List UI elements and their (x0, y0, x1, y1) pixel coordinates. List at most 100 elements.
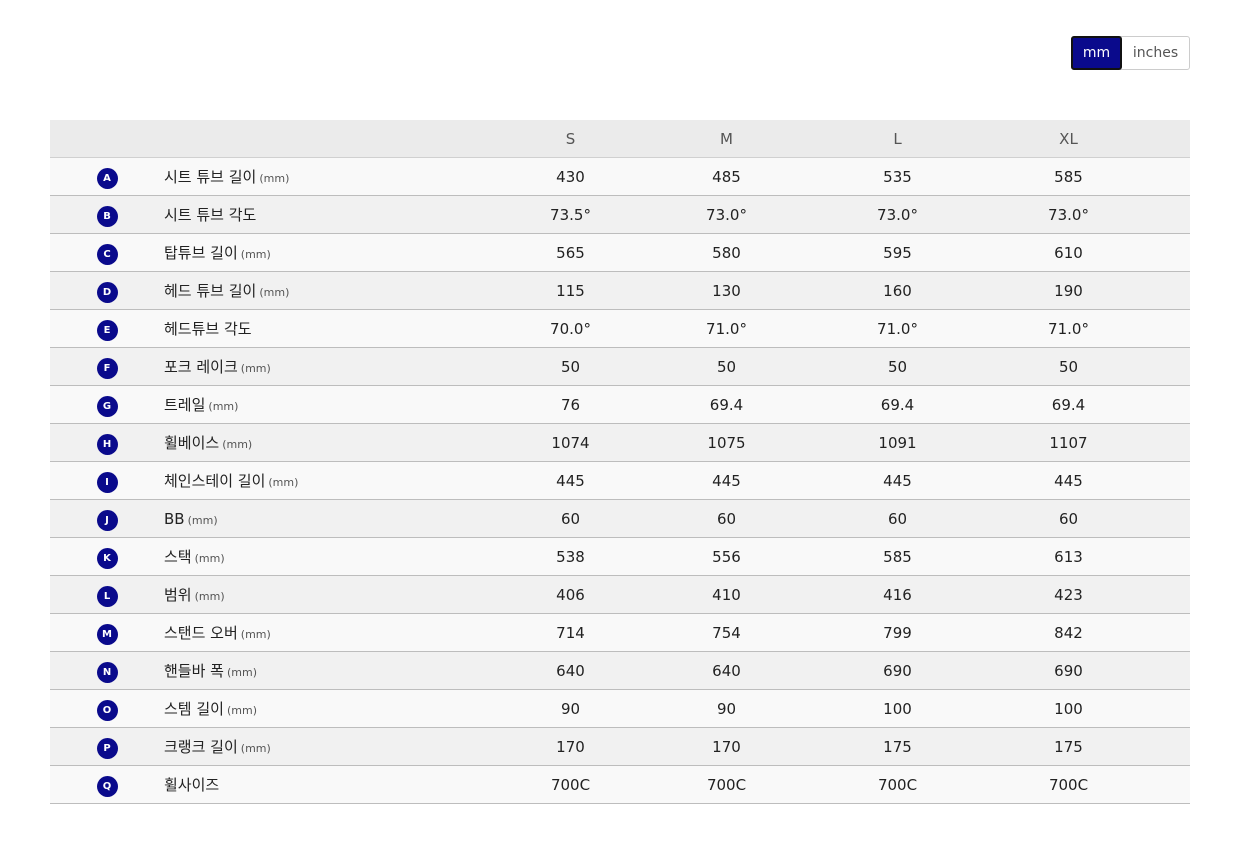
measurement-label-cell: 시트 튜브 길이 (mm) (164, 166, 500, 187)
measurement-label-cell: 휠사이즈 (164, 774, 500, 795)
value-cell-s: 640 (556, 661, 585, 680)
measurement-label: 시트 튜브 길이 (164, 168, 257, 186)
measurement-label-cell: 휠베이스 (mm) (164, 432, 500, 453)
value-cell-xl: 423 (1054, 585, 1083, 604)
measurement-unit: (mm) (194, 590, 225, 603)
measurement-letter-badge: L (96, 585, 118, 607)
measurement-label-cell: 크랭크 길이 (mm) (164, 736, 500, 757)
badge-cell: I (50, 469, 164, 493)
header-spacer (50, 138, 164, 139)
badge-cell: O (50, 697, 164, 721)
measurement-label-cell: 헤드튜브 각도 (164, 318, 500, 339)
mm-unit-button[interactable]: mm (1071, 36, 1122, 70)
value-cell-xl: 60 (1058, 509, 1079, 528)
table-row: C 탑튜브 길이 (mm) 565 580 595 610 (50, 234, 1190, 272)
value-cell-m: 73.0° (706, 205, 747, 224)
measurement-letter-badge: H (96, 433, 118, 455)
value-cell-m: 445 (712, 471, 741, 490)
measurement-letter-badge: G (96, 395, 118, 417)
measurement-unit: (mm) (240, 628, 271, 641)
value-cell-xl: 613 (1054, 547, 1083, 566)
measurement-label: 스택 (164, 548, 192, 566)
measurement-unit: (mm) (240, 362, 271, 375)
value-cell-xl: 700C (1048, 775, 1089, 794)
unit-toggle: mm inches (1071, 36, 1190, 70)
table-row: K 스택 (mm) 538 556 585 613 (50, 538, 1190, 576)
value-cell-s: 406 (556, 585, 585, 604)
badge-cell: A (50, 165, 164, 189)
value-cell-m: 90 (716, 699, 737, 718)
measurement-label: 트레일 (164, 396, 206, 414)
value-cell-l: 1091 (878, 433, 917, 452)
value-cell-xl: 1107 (1049, 433, 1088, 452)
value-cell-l: 73.0° (877, 205, 918, 224)
value-cell-m: 754 (712, 623, 741, 642)
value-cell-m: 71.0° (706, 319, 747, 338)
measurement-label-cell: 탑튜브 길이 (mm) (164, 242, 500, 263)
value-cell-l: 69.4 (880, 395, 915, 414)
value-cell-xl: 690 (1054, 661, 1083, 680)
badge-cell: Q (50, 773, 164, 797)
value-cell-m: 1075 (707, 433, 746, 452)
value-cell-m: 700C (706, 775, 747, 794)
value-cell-l: 50 (887, 357, 908, 376)
measurement-unit: (mm) (240, 248, 271, 261)
size-header-xl: XL (1059, 129, 1078, 148)
table-row: H 휠베이스 (mm) 1074 1075 1091 1107 (50, 424, 1190, 462)
value-cell-s: 70.0° (550, 319, 591, 338)
measurement-label: 크랭크 길이 (164, 738, 238, 756)
badge-cell: D (50, 279, 164, 303)
table-row: P 크랭크 길이 (mm) 170 170 175 175 (50, 728, 1190, 766)
measurement-label: 휠사이즈 (164, 776, 220, 794)
measurement-label: 휠베이스 (164, 434, 220, 452)
value-cell-xl: 73.0° (1048, 205, 1089, 224)
measurement-label-cell: 헤드 튜브 길이 (mm) (164, 280, 500, 301)
table-row: I 체인스테이 길이 (mm) 445 445 445 445 (50, 462, 1190, 500)
value-cell-s: 700C (550, 775, 591, 794)
value-cell-xl: 190 (1054, 281, 1083, 300)
badge-cell: C (50, 241, 164, 265)
measurement-letter-badge: E (96, 319, 118, 341)
value-cell-xl: 100 (1054, 699, 1083, 718)
table-row: M 스탠드 오버 (mm) 714 754 799 842 (50, 614, 1190, 652)
measurement-label: 헤드튜브 각도 (164, 320, 252, 338)
value-cell-s: 73.5° (550, 205, 591, 224)
value-cell-l: 445 (883, 471, 912, 490)
value-cell-xl: 175 (1054, 737, 1083, 756)
value-cell-xl: 585 (1054, 167, 1083, 186)
value-cell-l: 585 (883, 547, 912, 566)
measurement-label-cell: 포크 레이크 (mm) (164, 356, 500, 377)
value-cell-m: 69.4 (709, 395, 744, 414)
table-row: E 헤드튜브 각도 70.0° 71.0° 71.0° 71.0° (50, 310, 1190, 348)
measurement-label-cell: 시트 튜브 각도 (164, 204, 500, 225)
value-cell-xl: 71.0° (1048, 319, 1089, 338)
measurement-label-cell: 범위 (mm) (164, 584, 500, 605)
value-cell-m: 580 (712, 243, 741, 262)
measurement-label: 스탠드 오버 (164, 624, 238, 642)
measurement-label: 핸들바 폭 (164, 662, 224, 680)
measurement-label-cell: 스템 길이 (mm) (164, 698, 500, 719)
value-cell-l: 799 (883, 623, 912, 642)
value-cell-xl: 842 (1054, 623, 1083, 642)
measurement-unit: (mm) (240, 742, 271, 755)
measurement-label: 스템 길이 (164, 700, 224, 718)
table-row: A 시트 튜브 길이 (mm) 430 485 535 585 (50, 158, 1190, 196)
measurement-letter-badge: O (96, 699, 118, 721)
measurement-label-cell: BB (mm) (164, 510, 500, 528)
value-cell-l: 71.0° (877, 319, 918, 338)
value-cell-l: 175 (883, 737, 912, 756)
value-cell-s: 90 (560, 699, 581, 718)
table-body: A 시트 튜브 길이 (mm) 430 485 535 585 B 시트 튜브 각도 73.5° 7… (50, 158, 1190, 804)
value-cell-m: 130 (712, 281, 741, 300)
value-cell-xl: 50 (1058, 357, 1079, 376)
value-cell-l: 535 (883, 167, 912, 186)
measurement-letter-badge: F (96, 357, 118, 379)
badge-cell: B (50, 203, 164, 227)
measurement-unit: (mm) (259, 172, 290, 185)
table-row: Q 휠사이즈 700C 700C 700C 700C (50, 766, 1190, 804)
value-cell-m: 556 (712, 547, 741, 566)
value-cell-l: 690 (883, 661, 912, 680)
value-cell-xl: 445 (1054, 471, 1083, 490)
inches-unit-button[interactable]: inches (1122, 37, 1189, 69)
measurement-unit: (mm) (222, 438, 253, 451)
